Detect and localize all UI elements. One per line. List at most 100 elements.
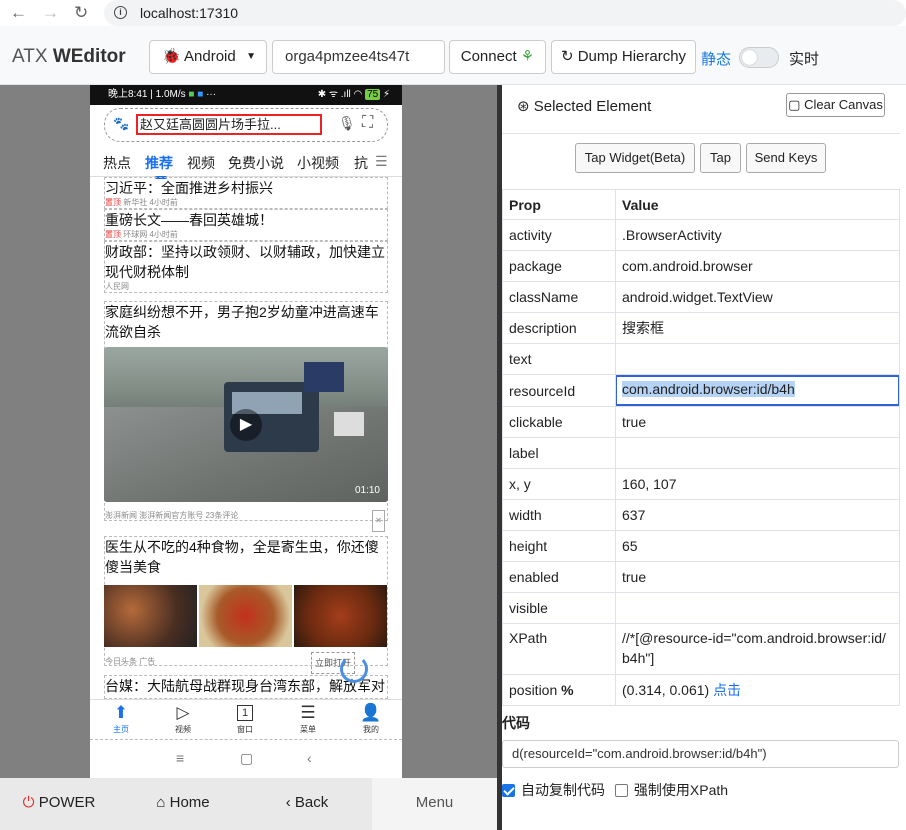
force-xpath-checkbox[interactable] bbox=[614, 784, 628, 797]
target-icon: ⊛ bbox=[517, 98, 530, 115]
url-text: localhost:17310 bbox=[140, 5, 239, 21]
code-options: 自动复制代码 强制使用XPath bbox=[502, 780, 728, 800]
menu-icon: ☰ bbox=[300, 703, 316, 722]
realtime-toggle[interactable] bbox=[739, 47, 779, 68]
app-brand: ATX WEditor bbox=[12, 46, 126, 67]
dump-hierarchy-button[interactable]: ↻ Dump Hierarchy bbox=[551, 40, 696, 74]
table-row: XPath//*[@resource-id="com.android.brows… bbox=[502, 623, 900, 675]
news-item[interactable]: 财政部：坚持以政领财、以财辅政，加快建立现代财税体制 人民网 bbox=[104, 241, 388, 293]
connect-button[interactable]: Connect ⚘ bbox=[449, 40, 546, 74]
properties-table: Prop Value activity .BrowserActivity packa… bbox=[502, 189, 900, 706]
code-label: 代码 bbox=[502, 715, 530, 731]
food-image bbox=[294, 585, 387, 647]
nav-window[interactable]: 1 窗口 bbox=[220, 702, 270, 735]
table-row: className android.widget.TextView bbox=[502, 281, 900, 313]
table-row: package com.android.browser bbox=[502, 250, 900, 282]
menu-button[interactable]: Menu bbox=[372, 778, 497, 830]
news-tabs: 热点 推荐 视频 免费小说 小视频 抗 ☰ bbox=[90, 147, 402, 179]
back-arrow-icon[interactable]: ← bbox=[10, 3, 27, 23]
selected-element-title: ⊛ Selected Element bbox=[517, 98, 652, 115]
table-row: resourceId com.android.browser:id/b4h bbox=[502, 374, 900, 407]
table-row: text bbox=[502, 343, 900, 375]
nav-profile[interactable]: 👤 我的 bbox=[346, 702, 396, 735]
back-chevron-icon[interactable]: ‹ bbox=[307, 750, 312, 766]
android-nav-bar: ≡ ▢ ‹ bbox=[90, 739, 402, 778]
tap-widget-button[interactable]: Tap Widget(Beta) bbox=[575, 143, 695, 173]
news-item[interactable]: 重磅长文——春回英雄城！ 置顶 环球网 4小时前 bbox=[104, 209, 388, 241]
table-row: visible bbox=[502, 592, 900, 624]
home-icon: ⌂ bbox=[156, 794, 166, 811]
scan-icon[interactable]: ⛶ bbox=[362, 114, 373, 132]
video-thumbnail[interactable]: ▶ 01:10 bbox=[104, 347, 388, 502]
tab-short-video[interactable]: 小视频 bbox=[297, 153, 339, 173]
code-field[interactable]: d(resourceId="com.android.browser:id/b4h… bbox=[502, 740, 899, 768]
home-square-icon[interactable]: ▢ bbox=[240, 750, 253, 767]
nav-home[interactable]: ⬆ 主页 bbox=[96, 702, 146, 735]
nav-menu[interactable]: ☰ 菜单 bbox=[283, 702, 333, 735]
auto-copy-checkbox[interactable] bbox=[502, 784, 515, 797]
serial-input[interactable]: orga4pmzee4ts47t bbox=[272, 40, 445, 74]
click-position-link[interactable]: 点击 bbox=[713, 682, 741, 698]
table-row: activity .BrowserActivity bbox=[502, 219, 900, 251]
forward-arrow-icon[interactable]: → bbox=[42, 3, 59, 23]
status-icons: ✱ ᯤ .ıll ◠ 75 ⚡ bbox=[317, 89, 390, 100]
phone-bottom-nav: ⬆ 主页 ▷ 视频 1 窗口 ☰ 菜单 👤 我的 bbox=[90, 699, 402, 739]
table-row: clickable true bbox=[502, 406, 900, 438]
window-icon: 1 bbox=[237, 705, 253, 721]
search-text[interactable]: 赵又廷高圆圆片场手拉... bbox=[136, 114, 322, 135]
resource-id-field[interactable]: com.android.browser:id/b4h bbox=[615, 375, 900, 406]
play-icon[interactable]: ▶ bbox=[230, 409, 262, 441]
battery-icon: 75 bbox=[365, 89, 381, 100]
address-bar[interactable]: i localhost:17310 bbox=[104, 0, 906, 26]
search-box[interactable]: 🐾 赵又廷高圆圆片场手拉... 🎙 ⛶ bbox=[104, 108, 388, 142]
table-row: height 65 bbox=[502, 530, 900, 562]
tab-video[interactable]: 视频 bbox=[187, 153, 215, 173]
microphone-icon[interactable]: 🎙 bbox=[338, 115, 356, 132]
home-icon: ⬆ bbox=[113, 703, 129, 722]
recent-apps-icon[interactable]: ≡ bbox=[176, 750, 184, 766]
tab-novel[interactable]: 免费小说 bbox=[228, 153, 284, 173]
platform-select[interactable]: 🐞 Android ▼ bbox=[149, 40, 267, 74]
app-notification-icon: ■ bbox=[197, 89, 204, 100]
news-item[interactable]: 习近平：全面推进乡村振兴 置顶 新华社 4小时前 bbox=[104, 177, 388, 209]
chevron-down-icon: ▼ bbox=[246, 51, 256, 62]
reload-icon[interactable]: ↻ bbox=[74, 3, 88, 23]
table-row: position % (0.314, 0.061) 点击 bbox=[502, 674, 900, 706]
info-icon[interactable]: i bbox=[114, 6, 127, 19]
loading-spinner-icon bbox=[340, 655, 368, 683]
tap-button[interactable]: Tap bbox=[700, 143, 741, 173]
tab-hot[interactable]: 热点 bbox=[103, 153, 131, 173]
clear-canvas-button[interactable]: ▢ Clear Canvas bbox=[786, 93, 885, 117]
table-row: description 搜索框 bbox=[502, 312, 900, 344]
table-row: label bbox=[502, 437, 900, 469]
refresh-icon: ↻ bbox=[560, 48, 574, 65]
send-keys-button[interactable]: Send Keys bbox=[746, 143, 826, 173]
food-image bbox=[104, 585, 197, 647]
table-row: width 637 bbox=[502, 499, 900, 531]
plug-icon: ⚘ bbox=[520, 48, 535, 65]
food-image bbox=[199, 585, 292, 647]
nav-video[interactable]: ▷ 视频 bbox=[158, 702, 208, 735]
close-icon[interactable]: ✕ bbox=[372, 510, 385, 532]
realtime-label: 实时 bbox=[789, 51, 820, 68]
browser-bar: ← → ↻ i localhost:17310 bbox=[0, 0, 906, 26]
table-row: enabled true bbox=[502, 561, 900, 593]
tab-recommend[interactable]: 推荐 bbox=[145, 153, 173, 179]
power-icon: ⏻ bbox=[22, 794, 35, 811]
android-icon: 🐞 bbox=[162, 48, 181, 65]
chevron-left-icon: ‹ bbox=[285, 794, 291, 811]
video-duration: 01:10 bbox=[354, 485, 380, 496]
power-button[interactable]: ⏻ POWER bbox=[0, 778, 118, 830]
phone-status-bar: 晚上8:41 | 1.0M/s ■ ■ ··· ✱ ᯤ .ıll ◠ 75 ⚡ bbox=[90, 85, 402, 105]
tab-more[interactable]: 抗 bbox=[354, 153, 368, 173]
table-row: x, y 160, 107 bbox=[502, 468, 900, 500]
back-button[interactable]: ‹ Back bbox=[248, 778, 366, 830]
device-control-bar: ⏻ POWER ⌂ Home ‹ Back Menu bbox=[0, 778, 497, 830]
user-icon: 👤 bbox=[360, 703, 382, 722]
static-label: 静态 bbox=[701, 51, 732, 68]
home-button[interactable]: ⌂ Home bbox=[124, 778, 242, 830]
paw-icon: 🐾 bbox=[113, 116, 130, 131]
square-icon: ▢ bbox=[788, 97, 801, 112]
play-outline-icon: ▷ bbox=[176, 703, 190, 722]
menu-icon[interactable]: ☰ bbox=[375, 153, 388, 170]
